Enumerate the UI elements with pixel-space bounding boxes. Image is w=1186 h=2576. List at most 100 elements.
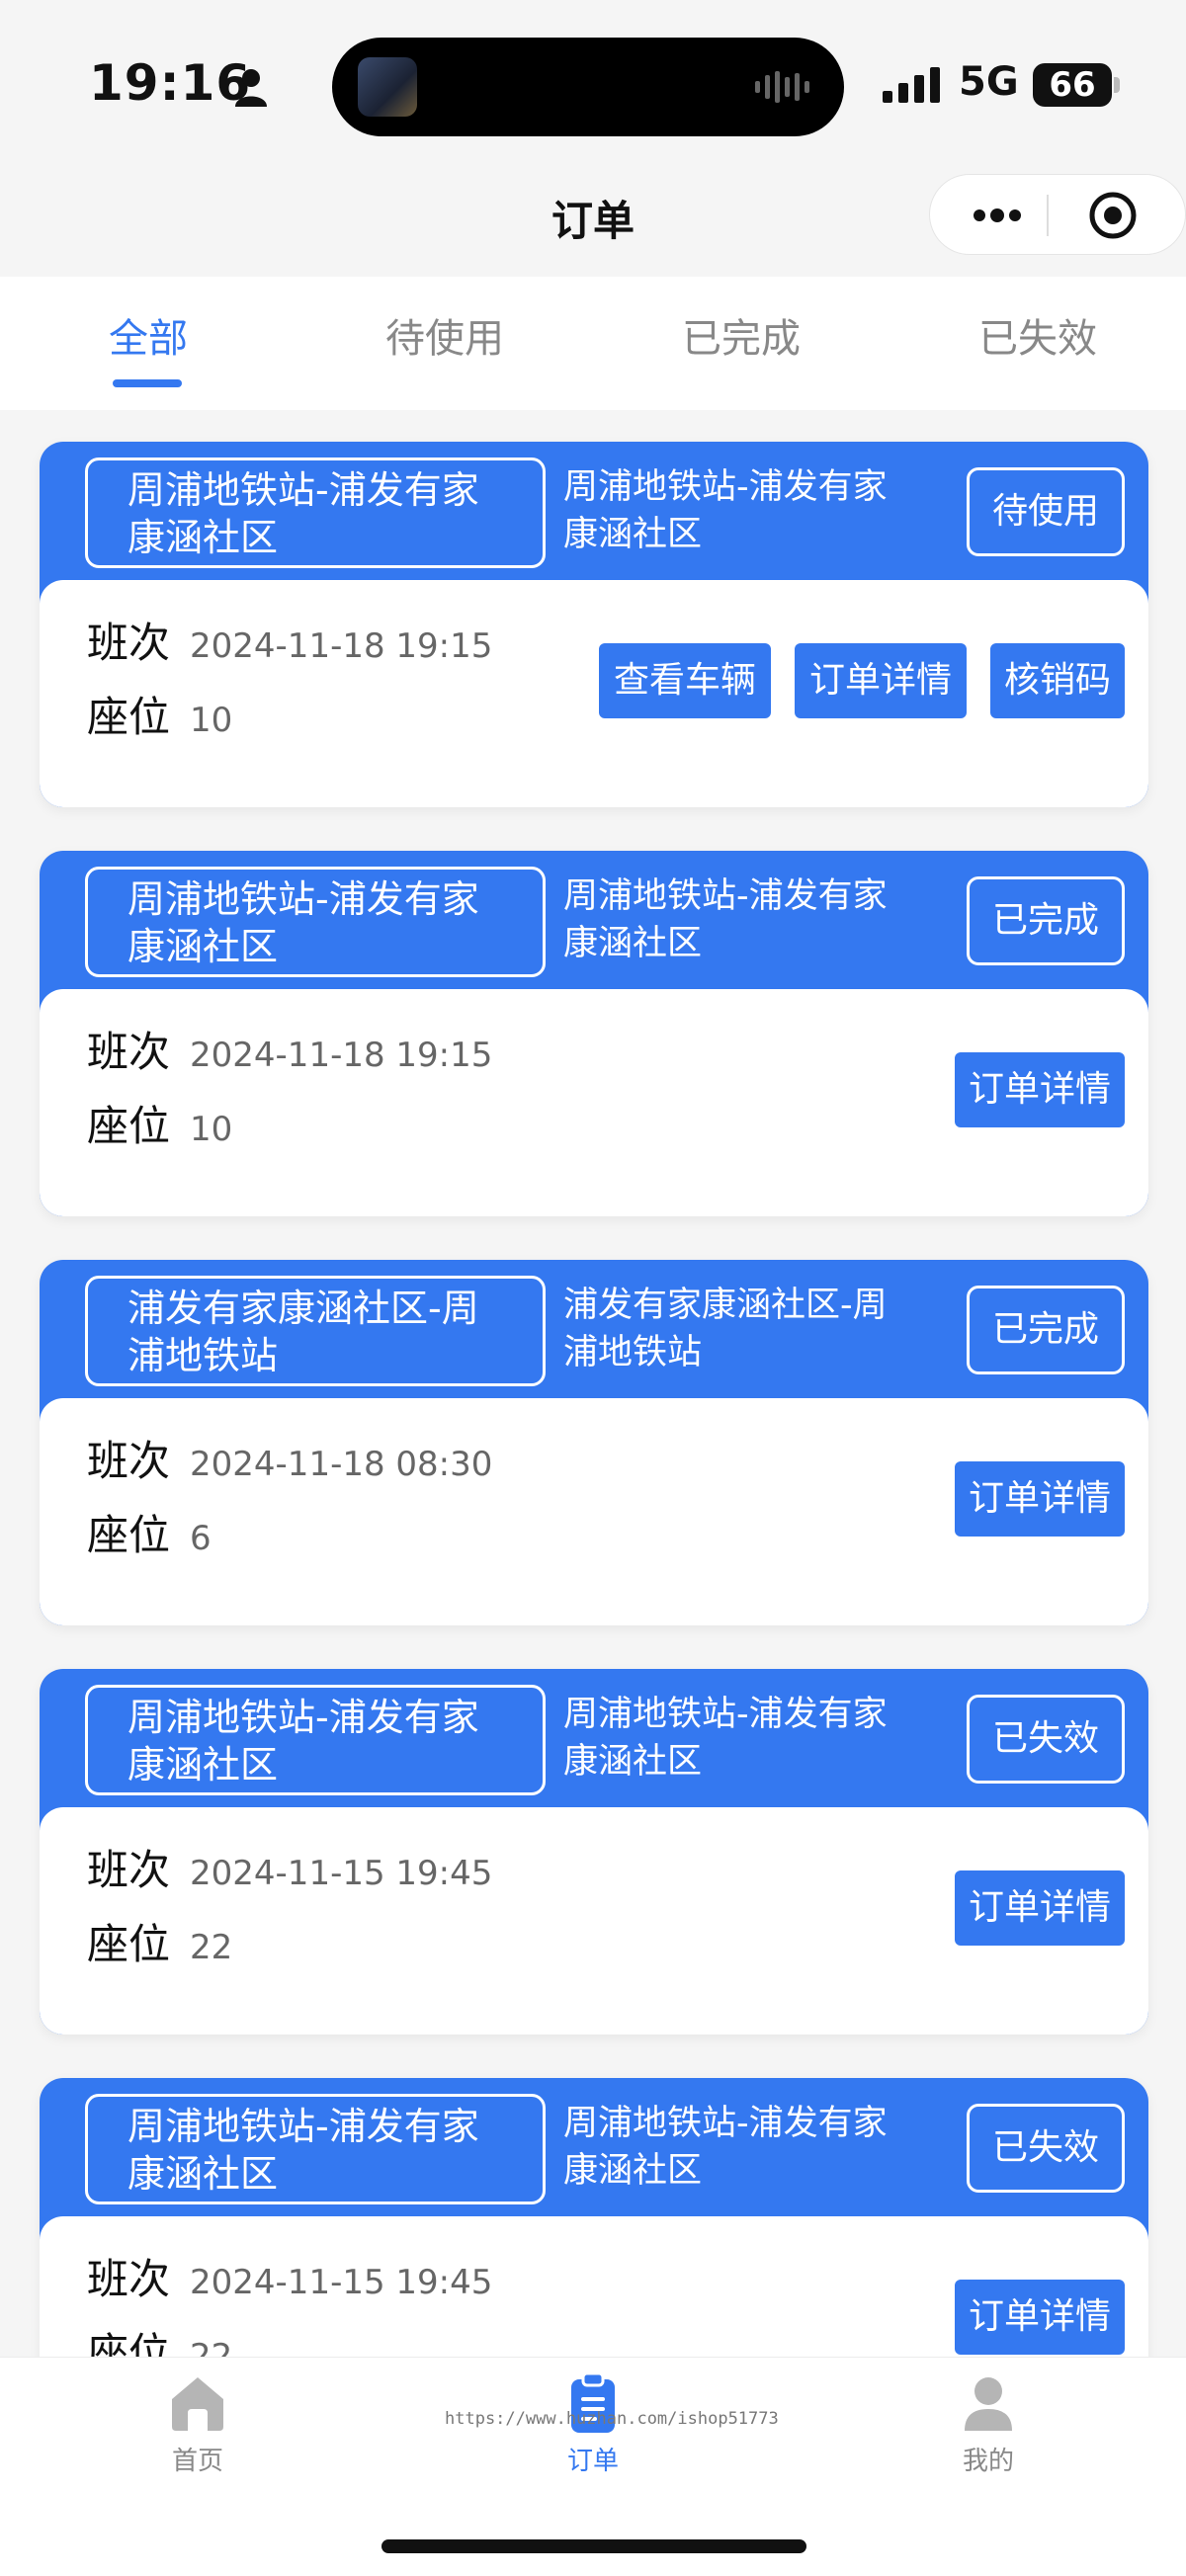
route-description: 周浦地铁站-浦发有家 康涵社区 bbox=[563, 2100, 929, 2195]
view-vehicle-button[interactable]: 查看车辆 bbox=[599, 643, 771, 718]
shift-label: 班次 bbox=[87, 619, 171, 667]
shift-label: 班次 bbox=[87, 1846, 171, 1894]
route-line: 周浦地铁站-浦发有家 bbox=[563, 467, 888, 507]
tab-completed[interactable]: 已完成 bbox=[642, 306, 840, 364]
seat-row: 座位 10 bbox=[87, 1093, 232, 1153]
shift-value: 2024-11-18 19:15 bbox=[190, 1035, 493, 1075]
battery-icon: 66 bbox=[1033, 63, 1120, 107]
order-status-badge: 已失效 bbox=[967, 2104, 1125, 2193]
route-line: 周浦地铁站-浦发有家 bbox=[127, 1696, 479, 1739]
route-name-box: 周浦地铁站-浦发有家 康涵社区 bbox=[85, 1685, 546, 1795]
seat-row: 座位 22 bbox=[87, 1911, 232, 1971]
route-name-box: 浦发有家康涵社区-周 浦地铁站 bbox=[85, 1276, 546, 1386]
more-dots-icon[interactable] bbox=[962, 189, 1031, 242]
route-line: 浦地铁站 bbox=[127, 1334, 279, 1377]
order-status-badge: 已失效 bbox=[967, 1695, 1125, 1784]
tab-pending[interactable]: 待使用 bbox=[346, 306, 544, 364]
route-line: 周浦地铁站-浦发有家 bbox=[127, 2105, 479, 2148]
order-card[interactable]: 周浦地铁站-浦发有家 康涵社区 周浦地铁站-浦发有家 康涵社区 已失效 班次 20… bbox=[40, 1669, 1148, 2035]
order-detail-button[interactable]: 订单详情 bbox=[795, 643, 967, 718]
order-card-body: 班次 2024-11-18 19:15 座位 10 查看车辆 订单详情 核销码 bbox=[40, 580, 1148, 807]
route-description: 周浦地铁站-浦发有家 康涵社区 bbox=[563, 463, 929, 558]
order-card-body: 班次 2024-11-15 19:45 座位 22 订单详情 bbox=[40, 1807, 1148, 2035]
shift-value: 2024-11-15 19:45 bbox=[190, 2262, 493, 2302]
person-icon bbox=[235, 69, 267, 107]
verification-code-button[interactable]: 核销码 bbox=[990, 643, 1125, 718]
shift-value: 2024-11-18 08:30 bbox=[190, 1444, 493, 1484]
order-card[interactable]: 周浦地铁站-浦发有家 康涵社区 周浦地铁站-浦发有家 康涵社区 已完成 班次 20… bbox=[40, 851, 1148, 1216]
order-list[interactable]: 周浦地铁站-浦发有家 康涵社区 周浦地铁站-浦发有家 康涵社区 待使用 班次 20… bbox=[0, 410, 1186, 2357]
tab-all[interactable]: 全部 bbox=[49, 306, 247, 364]
seat-label: 座位 bbox=[87, 2329, 171, 2357]
order-status-badge: 已完成 bbox=[967, 1286, 1125, 1374]
order-status-badge: 待使用 bbox=[967, 467, 1125, 556]
cellular-signal-icon bbox=[883, 67, 940, 103]
route-line: 周浦地铁站-浦发有家 bbox=[563, 2104, 888, 2143]
tabbar-item-profile[interactable]: 我的 bbox=[890, 2371, 1087, 2477]
capsule-divider bbox=[1047, 195, 1049, 236]
seat-value: 10 bbox=[190, 700, 233, 740]
target-circle-icon[interactable] bbox=[1078, 189, 1147, 242]
order-card[interactable]: 浦发有家康涵社区-周 浦地铁站 浦发有家康涵社区-周 浦地铁站 已完成 班次 20… bbox=[40, 1260, 1148, 1625]
status-bar: 19:16 5G 66 bbox=[0, 0, 1186, 168]
route-line: 周浦地铁站-浦发有家 bbox=[127, 877, 479, 921]
route-line: 浦发有家康涵社区-周 bbox=[563, 1286, 888, 1325]
route-line: 康涵社区 bbox=[127, 516, 279, 559]
order-status-badge: 已完成 bbox=[967, 876, 1125, 965]
order-card[interactable]: 周浦地铁站-浦发有家 康涵社区 周浦地铁站-浦发有家 康涵社区 已失效 班次 20… bbox=[40, 2078, 1148, 2357]
tabbar-label-profile: 我的 bbox=[962, 2447, 1014, 2476]
status-time: 19:16 bbox=[89, 54, 252, 112]
route-line: 康涵社区 bbox=[127, 1743, 279, 1787]
shift-row: 班次 2024-11-15 19:45 bbox=[87, 2246, 492, 2306]
route-line: 康涵社区 bbox=[563, 515, 703, 554]
seat-value: 22 bbox=[190, 2336, 233, 2358]
route-description: 周浦地铁站-浦发有家 康涵社区 bbox=[563, 873, 929, 967]
tabbar-item-home[interactable]: 首页 bbox=[99, 2371, 296, 2477]
seat-label: 座位 bbox=[87, 693, 171, 741]
route-line: 康涵社区 bbox=[563, 2151, 703, 2191]
network-type: 5G bbox=[959, 59, 1019, 105]
seat-value: 10 bbox=[190, 1109, 233, 1149]
order-detail-button[interactable]: 订单详情 bbox=[955, 1461, 1125, 1537]
order-card-header: 周浦地铁站-浦发有家 康涵社区 周浦地铁站-浦发有家 康涵社区 已完成 bbox=[40, 851, 1148, 989]
order-card-header: 浦发有家康涵社区-周 浦地铁站 浦发有家康涵社区-周 浦地铁站 已完成 bbox=[40, 1260, 1148, 1398]
shift-value: 2024-11-18 19:15 bbox=[190, 625, 493, 666]
tabbar-label-orders: 订单 bbox=[566, 2447, 619, 2476]
order-detail-button[interactable]: 订单详情 bbox=[955, 1870, 1125, 1946]
now-playing-artwork bbox=[358, 57, 417, 117]
route-line: 周浦地铁站-浦发有家 bbox=[563, 1695, 888, 1734]
route-name-box: 周浦地铁站-浦发有家 康涵社区 bbox=[85, 457, 546, 568]
route-line: 康涵社区 bbox=[127, 925, 279, 968]
shift-row: 班次 2024-11-15 19:45 bbox=[87, 1837, 492, 1897]
shift-row: 班次 2024-11-18 19:15 bbox=[87, 1019, 492, 1079]
seat-row: 座位 10 bbox=[87, 684, 232, 744]
order-detail-button[interactable]: 订单详情 bbox=[955, 1052, 1125, 1127]
home-indicator[interactable] bbox=[381, 2539, 806, 2553]
shift-row: 班次 2024-11-18 19:15 bbox=[87, 610, 492, 670]
home-icon bbox=[172, 2377, 223, 2431]
order-card-header: 周浦地铁站-浦发有家 康涵社区 周浦地铁站-浦发有家 康涵社区 已失效 bbox=[40, 1669, 1148, 1807]
route-line: 浦发有家康涵社区-周 bbox=[127, 1287, 479, 1330]
shift-row: 班次 2024-11-18 08:30 bbox=[87, 1428, 492, 1488]
route-description: 浦发有家康涵社区-周 浦地铁站 bbox=[563, 1282, 929, 1376]
order-detail-button[interactable]: 订单详情 bbox=[955, 2280, 1125, 2355]
order-card-header: 周浦地铁站-浦发有家 康涵社区 周浦地铁站-浦发有家 康涵社区 待使用 bbox=[40, 442, 1148, 580]
order-card-body: 班次 2024-11-18 19:15 座位 10 订单详情 bbox=[40, 989, 1148, 1216]
route-description: 周浦地铁站-浦发有家 康涵社区 bbox=[563, 1691, 929, 1786]
tab-expired[interactable]: 已失效 bbox=[939, 306, 1137, 364]
route-name-box: 周浦地铁站-浦发有家 康涵社区 bbox=[85, 867, 546, 977]
shift-value: 2024-11-15 19:45 bbox=[190, 1853, 493, 1893]
seat-row: 座位 6 bbox=[87, 1502, 212, 1562]
route-line: 康涵社区 bbox=[563, 1742, 703, 1782]
route-line: 周浦地铁站-浦发有家 bbox=[127, 468, 479, 512]
route-name-box: 周浦地铁站-浦发有家 康涵社区 bbox=[85, 2094, 546, 2204]
route-line: 周浦地铁站-浦发有家 bbox=[563, 876, 888, 916]
shift-label: 班次 bbox=[87, 2255, 171, 2303]
seat-label: 座位 bbox=[87, 1920, 171, 1968]
route-line: 康涵社区 bbox=[563, 924, 703, 963]
order-card[interactable]: 周浦地铁站-浦发有家 康涵社区 周浦地铁站-浦发有家 康涵社区 待使用 班次 20… bbox=[40, 442, 1148, 807]
dynamic-island[interactable] bbox=[332, 38, 844, 136]
active-tab-indicator bbox=[113, 379, 182, 387]
user-icon bbox=[965, 2377, 1012, 2431]
route-line: 浦地铁站 bbox=[563, 1333, 703, 1372]
